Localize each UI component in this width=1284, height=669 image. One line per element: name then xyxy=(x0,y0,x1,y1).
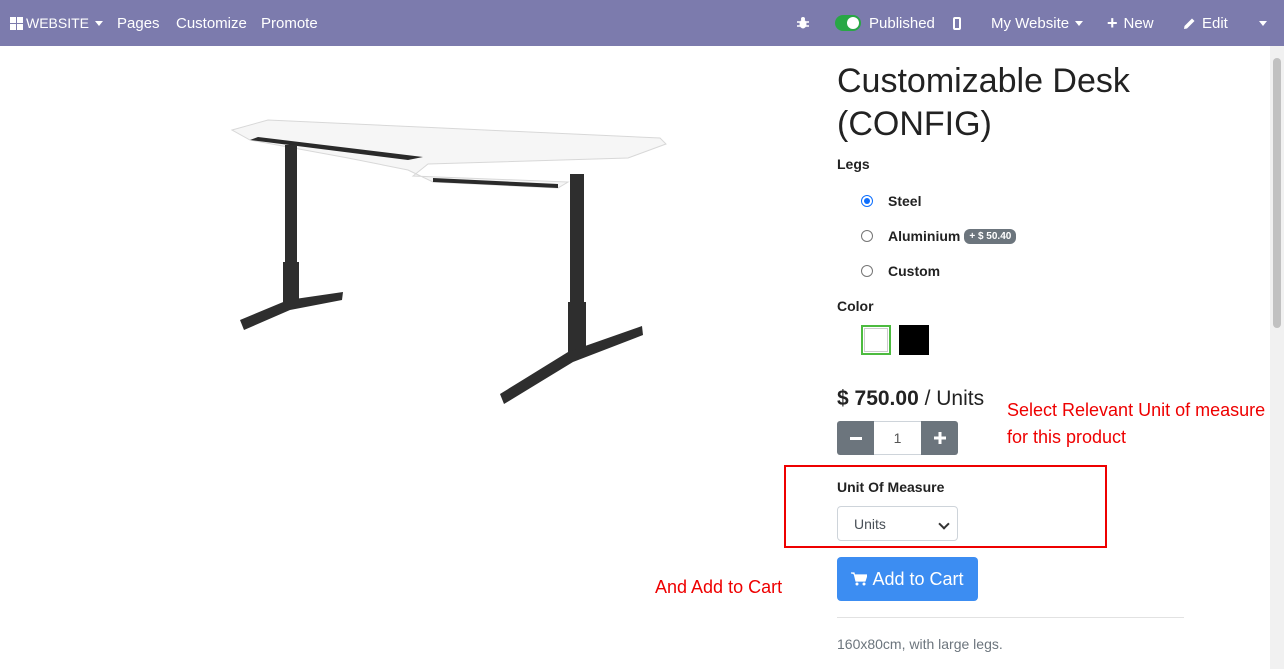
uom-label: Unit Of Measure xyxy=(837,479,945,495)
mobile-icon xyxy=(953,16,961,30)
add-to-cart-button[interactable]: Add to Cart xyxy=(837,557,978,601)
annotation-add-to-cart: And Add to Cart xyxy=(655,577,783,597)
legs-option-label: Steel xyxy=(888,193,922,209)
plus-icon: + xyxy=(1107,12,1118,33)
edit-button[interactable]: Edit xyxy=(1183,0,1228,46)
new-button[interactable]: + New xyxy=(1107,0,1154,46)
decrease-quantity-button[interactable] xyxy=(837,421,874,455)
scrollbar-thumb[interactable] xyxy=(1273,58,1281,328)
minus-icon xyxy=(849,437,862,440)
product-title: Customizable Desk (CONFIG) xyxy=(837,62,1130,143)
more-menu[interactable] xyxy=(1253,0,1267,46)
legs-option-aluminium[interactable]: Aluminium + $ 50.40 xyxy=(861,228,1017,244)
page-scrollbar[interactable] xyxy=(1270,46,1284,669)
legs-option-steel[interactable]: Steel xyxy=(861,193,921,209)
legs-option-label: Custom xyxy=(888,263,941,279)
website-menu[interactable]: WEBSITE xyxy=(10,0,104,46)
add-to-cart-label: Add to Cart xyxy=(872,568,964,589)
customize-menu[interactable]: Customize xyxy=(176,0,247,46)
color-label: Color xyxy=(837,298,874,314)
publish-toggle[interactable]: Published xyxy=(835,0,935,46)
uom-select[interactable]: Units xyxy=(837,506,958,541)
mobile-preview-button[interactable] xyxy=(953,0,961,46)
caret-down-icon xyxy=(95,20,104,26)
uom-selected-value: Units xyxy=(854,515,886,532)
top-navbar: WEBSITE Pages Customize Promote Publishe… xyxy=(0,0,1284,46)
new-label: New xyxy=(1123,14,1154,32)
legs-option-custom[interactable]: Custom xyxy=(861,263,940,279)
legs-option-label: Aluminium xyxy=(888,228,961,244)
radio-selected[interactable] xyxy=(861,195,873,207)
legs-label: Legs xyxy=(837,156,870,172)
product-image xyxy=(230,119,667,404)
my-website-menu[interactable]: My Website xyxy=(991,0,1084,46)
toggle-switch[interactable] xyxy=(835,15,861,31)
price-extra-badge: + $ 50.40 xyxy=(964,228,1017,244)
chevron-down-icon xyxy=(938,518,950,530)
pages-menu[interactable]: Pages xyxy=(117,0,160,46)
radio-unselected[interactable] xyxy=(861,265,873,277)
price-value: $ 750.00 xyxy=(837,387,919,410)
pencil-icon xyxy=(1184,18,1195,29)
price-unit: / Units xyxy=(924,387,985,410)
caret-down-icon xyxy=(1075,20,1084,26)
annotation-select-uom: Select Relevant Unit of measure for this… xyxy=(1007,400,1266,447)
increase-quantity-button[interactable] xyxy=(921,421,958,455)
divider xyxy=(837,617,1184,618)
radio-unselected[interactable] xyxy=(861,230,873,242)
caret-down-icon xyxy=(1259,20,1267,26)
my-website-label: My Website xyxy=(991,14,1070,32)
edit-label: Edit xyxy=(1202,14,1228,32)
quantity-input[interactable] xyxy=(874,421,921,455)
color-swatch-black[interactable] xyxy=(899,325,929,355)
website-menu-label: WEBSITE xyxy=(26,15,90,31)
color-swatch-white[interactable] xyxy=(861,325,891,355)
cart-icon xyxy=(851,572,868,586)
quantity-stepper xyxy=(837,421,958,455)
product-price: $ 750.00 / Units xyxy=(837,387,984,411)
plus-icon xyxy=(933,432,946,444)
promote-menu[interactable]: Promote xyxy=(261,0,318,46)
apps-grid-icon xyxy=(10,16,23,30)
product-description: 160x80cm, with large legs. xyxy=(837,636,1003,652)
published-label: Published xyxy=(869,14,935,32)
bug-icon xyxy=(797,17,809,29)
debug-button[interactable] xyxy=(796,0,810,46)
